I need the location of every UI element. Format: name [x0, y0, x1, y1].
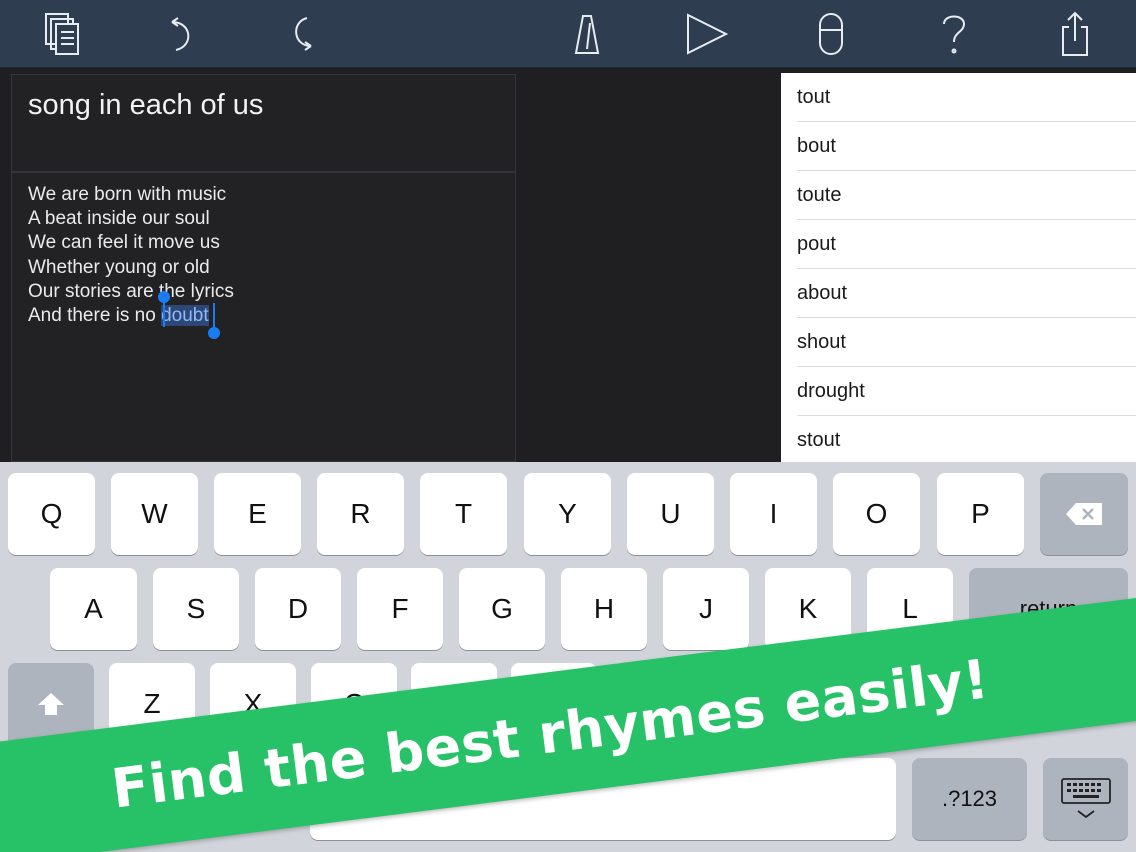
rhyme-item[interactable]: pout	[797, 220, 1136, 269]
key-g[interactable]: G	[459, 568, 545, 650]
play-icon[interactable]	[682, 10, 732, 58]
key-r[interactable]: R	[317, 473, 404, 555]
shift-icon	[38, 693, 64, 715]
numbers-key[interactable]: .?123	[912, 758, 1027, 840]
record-icon[interactable]	[806, 10, 856, 58]
redo-icon[interactable]	[280, 10, 330, 58]
rhyme-item[interactable]: tout	[797, 73, 1136, 122]
rhyme-item[interactable]: shout	[797, 318, 1136, 367]
undo-icon[interactable]	[157, 10, 207, 58]
lyric-line[interactable]: We can feel it move us	[28, 231, 234, 255]
key-p[interactable]: P	[937, 473, 1024, 555]
rhyme-item[interactable]: toute	[797, 171, 1136, 220]
key-w[interactable]: W	[111, 473, 198, 555]
lyric-line[interactable]: We are born with music	[28, 183, 234, 207]
lyrics-text[interactable]: We are born with music A beat inside our…	[28, 183, 234, 328]
song-title-field[interactable]: song in each of us	[11, 74, 516, 172]
lyric-line[interactable]: A beat inside our soul	[28, 207, 234, 231]
key-t[interactable]: T	[420, 473, 507, 555]
key-o[interactable]: O	[833, 473, 920, 555]
selection-end-handle[interactable]	[208, 327, 220, 339]
metronome-icon[interactable]	[562, 10, 612, 58]
rhyme-item[interactable]: drought	[797, 367, 1136, 416]
key-h[interactable]: H	[561, 568, 647, 650]
rhyme-list: tout bout toute pout about shout drought…	[781, 73, 1136, 463]
toolbar	[0, 0, 1136, 68]
key-s[interactable]: S	[153, 568, 239, 650]
lyric-line[interactable]: Our stories are the lyrics	[28, 280, 234, 304]
keyboard-dismiss-icon	[1060, 778, 1111, 819]
key-i[interactable]: I	[730, 473, 817, 555]
key-d[interactable]: D	[255, 568, 341, 650]
key-y[interactable]: Y	[524, 473, 611, 555]
rhyme-item[interactable]: about	[797, 269, 1136, 318]
key-a[interactable]: A	[50, 568, 137, 650]
key-f[interactable]: F	[357, 568, 443, 650]
backspace-key[interactable]	[1040, 473, 1128, 555]
key-q[interactable]: Q	[8, 473, 95, 555]
documents-icon[interactable]	[37, 10, 87, 58]
lyric-line-prefix: And there is no	[28, 305, 162, 327]
selected-word[interactable]: doubt	[161, 305, 209, 327]
key-e[interactable]: E	[214, 473, 301, 555]
selection-start-bar	[163, 297, 165, 327]
share-icon[interactable]	[1050, 10, 1100, 58]
lyrics-editor[interactable]: We are born with music A beat inside our…	[11, 172, 516, 462]
backspace-icon	[1066, 503, 1102, 525]
hide-keyboard-key[interactable]	[1043, 758, 1128, 840]
editor-area: song in each of us We are born with musi…	[0, 68, 780, 462]
song-title[interactable]: song in each of us	[28, 89, 263, 122]
help-icon[interactable]	[929, 10, 979, 58]
lyric-line[interactable]: Whether young or old	[28, 256, 234, 280]
rhyme-item[interactable]: bout	[797, 122, 1136, 171]
lyric-line-last[interactable]: And there is no doubt	[28, 304, 234, 328]
key-j[interactable]: J	[663, 568, 749, 650]
key-u[interactable]: U	[627, 473, 714, 555]
rhyme-item[interactable]: stout	[797, 416, 1136, 463]
